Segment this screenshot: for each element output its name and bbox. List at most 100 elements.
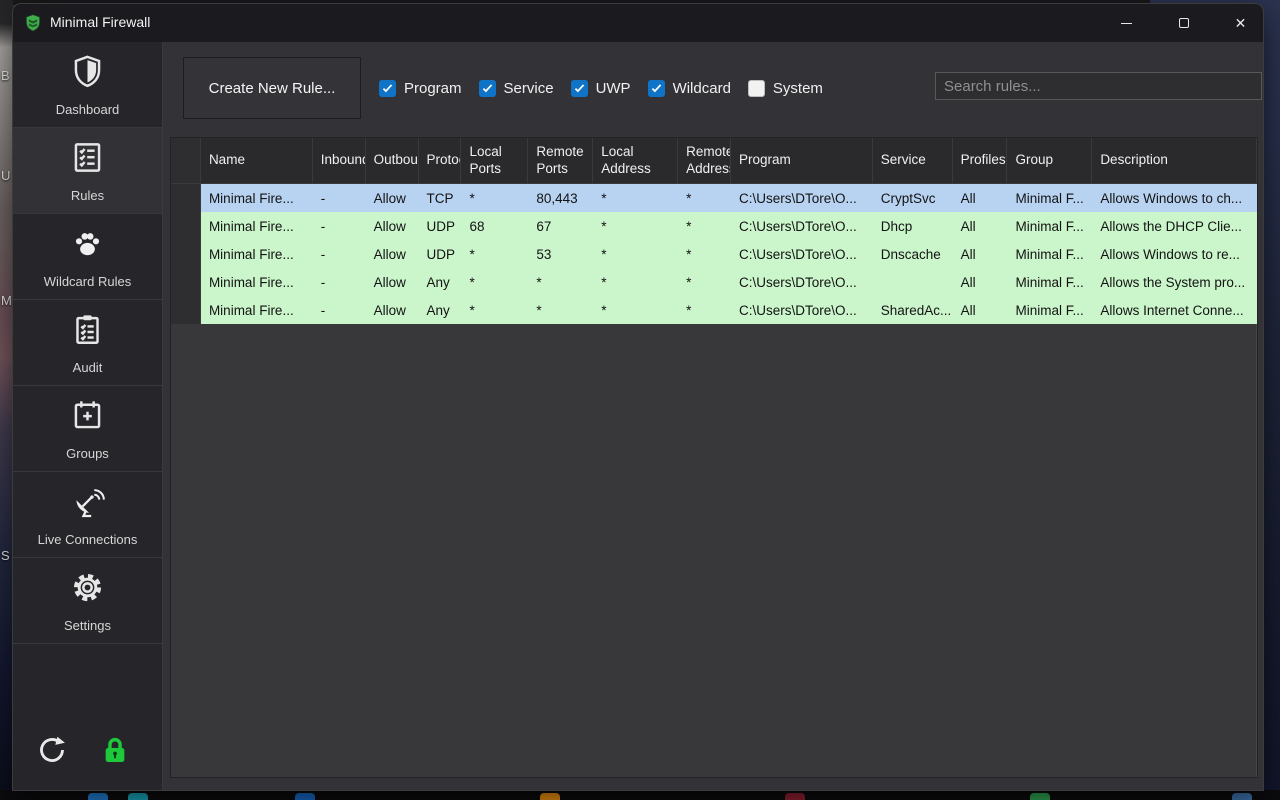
- sidebar-item-live-connections[interactable]: Live Connections: [13, 472, 162, 558]
- table-cell-remote-ports[interactable]: 53: [528, 240, 593, 268]
- column-header-group[interactable]: Group: [1007, 138, 1093, 183]
- table-cell-description[interactable]: Allows Windows to re...: [1092, 240, 1257, 268]
- taskbar-icon[interactable]: [1030, 793, 1050, 800]
- table-cell-remote-ports[interactable]: 67: [528, 212, 593, 240]
- table-cell-outbound[interactable]: Allow: [366, 296, 419, 324]
- table-cell-inbound[interactable]: -: [313, 296, 366, 324]
- filter-checkbox-uwp[interactable]: UWP: [570, 79, 631, 97]
- table-cell-protocol[interactable]: UDP: [419, 240, 462, 268]
- checkbox-checked-icon[interactable]: [647, 79, 665, 97]
- table-cell-local-ports[interactable]: *: [461, 184, 528, 212]
- table-cell-description[interactable]: Allows Windows to ch...: [1092, 184, 1257, 212]
- sidebar-item-wildcard-rules[interactable]: Wildcard Rules: [13, 214, 162, 300]
- table-cell-service[interactable]: Dnscache: [873, 240, 953, 268]
- table-cell-protocol[interactable]: UDP: [419, 212, 462, 240]
- table-cell-protocol[interactable]: Any: [419, 296, 462, 324]
- checkbox-unchecked-icon[interactable]: [747, 79, 765, 97]
- table-cell-description[interactable]: Allows the System pro...: [1092, 268, 1257, 296]
- table-cell-local-address[interactable]: *: [593, 240, 678, 268]
- table-row[interactable]: Minimal Fire... - Allow UDP * 53 * * C:\Users\DT…: [171, 240, 1257, 268]
- column-header-protocol[interactable]: Protocol: [419, 138, 462, 183]
- table-cell-profiles[interactable]: All: [953, 212, 1008, 240]
- table-cell-outbound[interactable]: Allow: [366, 268, 419, 296]
- table-cell-program[interactable]: C:\Users\DTore\O...: [731, 212, 873, 240]
- taskbar-icon[interactable]: [128, 793, 148, 800]
- search-input[interactable]: [935, 72, 1262, 100]
- taskbar-icon[interactable]: [295, 793, 315, 800]
- table-cell-profiles[interactable]: All: [953, 268, 1008, 296]
- checkbox-checked-icon[interactable]: [379, 79, 396, 97]
- table-cell-remote-address[interactable]: *: [678, 184, 731, 212]
- row-selector-header[interactable]: [171, 138, 201, 183]
- table-cell-profiles[interactable]: All: [953, 296, 1008, 324]
- table-cell-outbound[interactable]: Allow: [366, 240, 419, 268]
- table-cell-remote-address[interactable]: *: [678, 296, 731, 324]
- table-cell-remote-ports[interactable]: *: [528, 296, 593, 324]
- table-row[interactable]: Minimal Fire... - Allow TCP * 80,443 * * C:\User…: [171, 184, 1257, 212]
- table-row[interactable]: Minimal Fire... - Allow Any * * * * C:\Users\DTo…: [171, 296, 1257, 324]
- table-cell-program[interactable]: C:\Users\DTore\O...: [731, 184, 873, 212]
- table-cell-program[interactable]: C:\Users\DTore\O...: [731, 296, 873, 324]
- column-header-program[interactable]: Program: [731, 138, 873, 183]
- table-cell-name[interactable]: Minimal Fire...: [201, 184, 313, 212]
- taskbar-icon[interactable]: [1232, 793, 1252, 800]
- table-cell-name[interactable]: Minimal Fire...: [201, 296, 313, 324]
- sidebar-item-settings[interactable]: Settings: [13, 558, 162, 644]
- taskbar-icon[interactable]: [785, 793, 805, 800]
- table-cell-local-ports[interactable]: 68: [461, 212, 528, 240]
- table-cell-profiles[interactable]: All: [953, 240, 1008, 268]
- table-cell-name[interactable]: Minimal Fire...: [201, 212, 313, 240]
- table-cell-service[interactable]: CryptSvc: [873, 184, 953, 212]
- table-cell-protocol[interactable]: TCP: [419, 184, 462, 212]
- row-selector-cell[interactable]: [171, 212, 201, 240]
- table-cell-local-ports[interactable]: *: [461, 268, 528, 296]
- sidebar-item-rules[interactable]: Rules: [13, 128, 162, 214]
- table-cell-service[interactable]: SharedAc...: [873, 296, 953, 324]
- sidebar-item-groups[interactable]: Groups: [13, 386, 162, 472]
- create-new-rule-button[interactable]: Create New Rule...: [183, 57, 361, 119]
- table-cell-inbound[interactable]: -: [313, 268, 366, 296]
- column-header-outbound[interactable]: Outbound: [366, 138, 419, 183]
- table-cell-program[interactable]: C:\Users\DTore\O...: [731, 240, 873, 268]
- table-cell-outbound[interactable]: Allow: [366, 184, 419, 212]
- table-cell-group[interactable]: Minimal F...: [1007, 212, 1092, 240]
- sidebar-item-dashboard[interactable]: Dashboard: [13, 42, 162, 128]
- close-button[interactable]: ✕: [1212, 4, 1263, 42]
- column-header-inbound[interactable]: Inbound: [313, 138, 366, 183]
- table-cell-program[interactable]: C:\Users\DTore\O...: [731, 268, 873, 296]
- table-cell-profiles[interactable]: All: [953, 184, 1008, 212]
- column-header-local-ports[interactable]: Local Ports: [461, 138, 529, 183]
- table-cell-local-ports[interactable]: *: [461, 296, 528, 324]
- column-header-remote-ports[interactable]: Remote Ports: [528, 138, 594, 183]
- column-header-remote-address[interactable]: Remote Address: [678, 138, 731, 183]
- lock-status-button[interactable]: [99, 734, 131, 766]
- column-header-profiles[interactable]: Profiles: [953, 138, 1008, 183]
- table-cell-inbound[interactable]: -: [313, 240, 366, 268]
- table-cell-protocol[interactable]: Any: [419, 268, 462, 296]
- table-cell-remote-address[interactable]: *: [678, 240, 731, 268]
- table-cell-group[interactable]: Minimal F...: [1007, 268, 1092, 296]
- table-cell-group[interactable]: Minimal F...: [1007, 240, 1092, 268]
- row-selector-cell[interactable]: [171, 296, 201, 324]
- table-cell-service[interactable]: Dhcp: [873, 212, 953, 240]
- filter-checkbox-program[interactable]: Program: [379, 79, 462, 97]
- taskbar-icon[interactable]: [88, 793, 108, 800]
- row-selector-cell[interactable]: [171, 268, 201, 296]
- sidebar-item-audit[interactable]: Audit: [13, 300, 162, 386]
- table-cell-remote-ports[interactable]: *: [528, 268, 593, 296]
- checkbox-checked-icon[interactable]: [570, 79, 588, 97]
- filter-checkbox-service[interactable]: Service: [478, 79, 554, 97]
- taskbar-icon[interactable]: [540, 793, 560, 800]
- table-cell-local-address[interactable]: *: [593, 296, 678, 324]
- filter-checkbox-system[interactable]: System: [747, 79, 823, 97]
- filter-checkbox-wildcard[interactable]: Wildcard: [647, 79, 731, 97]
- table-cell-local-ports[interactable]: *: [461, 240, 528, 268]
- table-cell-local-address[interactable]: *: [593, 184, 678, 212]
- column-header-name[interactable]: Name: [201, 138, 313, 183]
- table-cell-remote-ports[interactable]: 80,443: [528, 184, 593, 212]
- table-cell-inbound[interactable]: -: [313, 184, 366, 212]
- table-cell-description[interactable]: Allows Internet Conne...: [1092, 296, 1257, 324]
- maximize-button[interactable]: [1155, 4, 1212, 42]
- table-cell-inbound[interactable]: -: [313, 212, 366, 240]
- table-cell-description[interactable]: Allows the DHCP Clie...: [1092, 212, 1257, 240]
